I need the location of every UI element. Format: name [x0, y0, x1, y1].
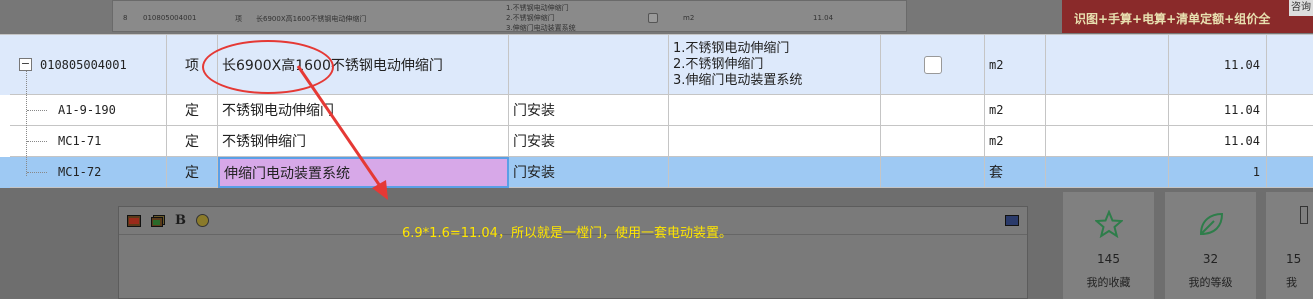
monitor-icon[interactable] — [1005, 215, 1019, 226]
ad-banner[interactable]: 识图+手算+电算+清单定额+组价全 — [1062, 0, 1313, 33]
background-table-row: 8 010805004001 项 长6900X高1600不锈钢电动伸缩门 1.不… — [112, 0, 907, 32]
code-cell: − 010805004001 — [10, 35, 167, 95]
bg-checkbox — [648, 13, 658, 23]
annotation-circle — [202, 40, 334, 94]
table-row[interactable]: MC1-71 定 不锈钢伸缩门 门安装 m2 11.04 — [0, 126, 1313, 157]
scroll-handle[interactable] — [1300, 206, 1308, 224]
check-cell — [881, 35, 985, 95]
collapse-toggle-icon[interactable]: − — [19, 58, 32, 71]
table-row-parent[interactable]: − 010805004001 项 长6900X高1600不锈钢电动伸缩门 1.不… — [0, 35, 1313, 95]
bg-quantity: 11.04 — [813, 14, 834, 22]
row-checkbox[interactable] — [923, 55, 942, 74]
work-content-cell[interactable]: 门安装 — [509, 95, 669, 126]
check-cell — [881, 126, 985, 157]
features-cell[interactable] — [669, 157, 881, 188]
name-cell[interactable]: 不锈钢伸缩门 — [218, 126, 509, 157]
unit-cell[interactable]: 套 — [985, 157, 1046, 188]
check-cell — [881, 157, 985, 188]
bg-name: 长6900X高1600不锈钢电动伸缩门 — [256, 15, 367, 23]
table-row[interactable]: A1-9-190 定 不锈钢电动伸缩门 门安装 m2 11.04 — [0, 95, 1313, 126]
emoji-icon[interactable] — [196, 214, 209, 227]
work-content-cell[interactable]: 门安装 — [509, 126, 669, 157]
stat-value: 15 — [1286, 252, 1302, 266]
type-cell[interactable]: 定 — [167, 157, 218, 188]
stat-favorites[interactable]: 145 我的收藏 — [1063, 192, 1154, 299]
bg-row-number: 8 — [123, 14, 128, 22]
overflow-cell — [1267, 126, 1313, 157]
tree-connector — [27, 110, 47, 111]
type-cell[interactable]: 定 — [167, 126, 218, 157]
features-cell[interactable] — [669, 126, 881, 157]
image-icon[interactable] — [127, 214, 141, 227]
feature-line: 3.伸缩门电动装置系统 — [673, 72, 803, 88]
features-cell[interactable]: 1.不锈钢电动伸缩门 2.不锈钢伸缩门 3.伸缩门电动装置系统 — [669, 35, 881, 95]
overflow-cell — [1267, 157, 1313, 188]
type-cell[interactable]: 定 — [167, 95, 218, 126]
stat-label: 我 — [1286, 276, 1297, 289]
empty-cell[interactable] — [1046, 35, 1169, 95]
empty-cell[interactable] — [1046, 126, 1169, 157]
empty-cell[interactable] — [1046, 95, 1169, 126]
feature-line: 1.不锈钢电动伸缩门 — [673, 40, 790, 56]
table-row-selected[interactable]: MC1-72 定 伸缩门电动装置系统 门安装 套 1 — [0, 157, 1313, 188]
tree-connector — [27, 141, 47, 142]
ad-banner-text: 识图+手算+电算+清单定额+组价全 — [1074, 12, 1271, 26]
stat-value: 145 — [1097, 252, 1120, 266]
code-text: A1-9-190 — [58, 103, 116, 117]
consult-button[interactable]: 咨询 — [1289, 0, 1313, 16]
stat-label: 我的收藏 — [1086, 276, 1131, 289]
tree-connector — [26, 71, 27, 176]
unit-cell[interactable]: m2 — [985, 35, 1046, 95]
quantity-cell[interactable]: 11.04 — [1169, 35, 1267, 95]
bg-unit: m2 — [683, 14, 695, 22]
check-cell — [881, 95, 985, 126]
tree-connector — [27, 172, 47, 173]
bg-feature-2: 2.不锈钢伸缩门 — [506, 14, 555, 22]
bg-type: 项 — [235, 15, 242, 23]
stat-label: 我的等级 — [1188, 276, 1233, 289]
features-cell[interactable] — [669, 95, 881, 126]
overflow-cell — [1267, 35, 1313, 95]
name-edit-field[interactable]: 伸缩门电动装置系统 — [218, 157, 509, 188]
bg-code: 010805004001 — [143, 14, 197, 22]
bill-grid: − 010805004001 项 长6900X高1600不锈钢电动伸缩门 1.不… — [0, 34, 1313, 188]
bg-feature-1: 1.不锈钢电动伸缩门 — [506, 4, 569, 12]
unit-cell[interactable]: m2 — [985, 95, 1046, 126]
stat-value: 32 — [1202, 252, 1219, 266]
code-text: 010805004001 — [40, 57, 127, 72]
quantity-cell[interactable]: 11.04 — [1169, 95, 1267, 126]
code-text: MC1-71 — [58, 134, 102, 148]
bg-feature-3: 3.伸缩门电动装置系统 — [506, 24, 576, 32]
annotation-text: 6.9*1.6=11.04，所以就是一樘门，使用一套电动装置。 — [402, 226, 732, 241]
name-cell[interactable]: 不锈钢电动伸缩门 — [218, 95, 509, 126]
work-content-cell[interactable]: 门安装 — [509, 157, 669, 188]
stat-level[interactable]: 32 我的等级 — [1165, 192, 1256, 299]
overflow-cell — [1267, 95, 1313, 126]
star-icon — [1095, 210, 1123, 238]
empty-cell[interactable] — [1046, 157, 1169, 188]
quantity-cell[interactable]: 1 — [1169, 157, 1267, 188]
comment-editor[interactable]: B — [118, 206, 1028, 299]
feature-line: 2.不锈钢伸缩门 — [673, 56, 764, 72]
bold-button[interactable]: B — [175, 213, 186, 228]
gallery-icon[interactable] — [151, 214, 165, 227]
code-text: MC1-72 — [58, 165, 102, 179]
quantity-cell[interactable]: 11.04 — [1169, 126, 1267, 157]
unit-cell[interactable]: m2 — [985, 126, 1046, 157]
leaf-icon — [1199, 212, 1224, 236]
work-content-cell[interactable] — [509, 35, 669, 95]
